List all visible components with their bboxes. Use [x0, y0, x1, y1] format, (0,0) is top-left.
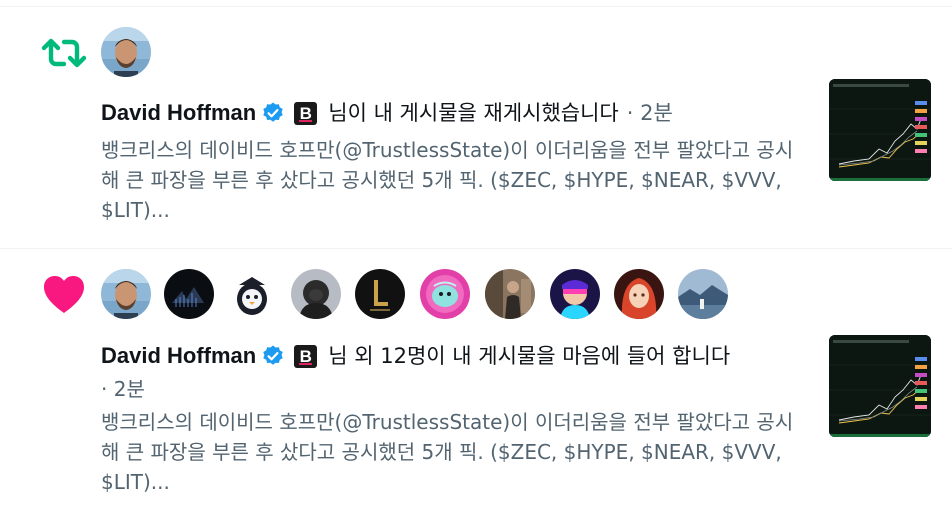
heart-icon [40, 273, 88, 321]
repost-icon [40, 33, 88, 77]
avatar-7[interactable] [485, 269, 535, 319]
bankless-b-icon: B [294, 344, 318, 368]
like-notification[interactable]: David Hoffman B 님 외 12명이 내 게시물을 마음에 들어 합… [0, 249, 952, 512]
verified-badge-icon [261, 101, 285, 125]
user-name[interactable]: David Hoffman [101, 99, 256, 127]
post-preview-text: 뱅크리스의 데이비드 호프만(@TrustlessState)이 이더리움을 전… [101, 138, 794, 222]
timestamp[interactable]: · 2분 [627, 99, 673, 127]
avatar-9[interactable] [614, 269, 664, 319]
avatar-5[interactable] [355, 269, 405, 319]
avatar-david-hoffman[interactable] [101, 27, 151, 77]
avatar-6[interactable] [420, 269, 470, 319]
notification-time-line: · 2분 [101, 375, 145, 403]
avatar-10[interactable] [678, 269, 728, 319]
avatar-david-hoffman[interactable] [101, 269, 151, 319]
post-thumbnail-chart-image[interactable] [829, 79, 931, 181]
avatar-4[interactable] [291, 269, 341, 319]
post-preview-text: 뱅크리스의 데이비드 호프만(@TrustlessState)이 이더리움을 전… [101, 410, 794, 494]
notification-action-text: 님 외 12명이 내 게시물을 마음에 들어 합니다 [328, 344, 731, 368]
verified-badge-icon [261, 344, 285, 368]
post-thumbnail-chart-image[interactable] [829, 335, 931, 437]
timestamp[interactable]: · 2분 [101, 375, 145, 403]
repost-notification[interactable]: David Hoffman B 님이 내 게시물을 재게시했습니다 · 2분 뱅… [0, 7, 952, 248]
user-name[interactable]: David Hoffman [101, 342, 256, 370]
notification-header: David Hoffman B 님 외 12명이 내 게시물을 마음에 들어 합… [101, 342, 730, 370]
notification-action-text: 님이 내 게시물을 재게시했습니다 [328, 101, 619, 125]
avatar-3[interactable] [227, 269, 277, 319]
avatar-8[interactable] [550, 269, 600, 319]
notification-header: David Hoffman B 님이 내 게시물을 재게시했습니다 · 2분 [101, 99, 673, 127]
bankless-b-icon: B [294, 101, 318, 125]
avatar-2[interactable] [164, 269, 214, 319]
